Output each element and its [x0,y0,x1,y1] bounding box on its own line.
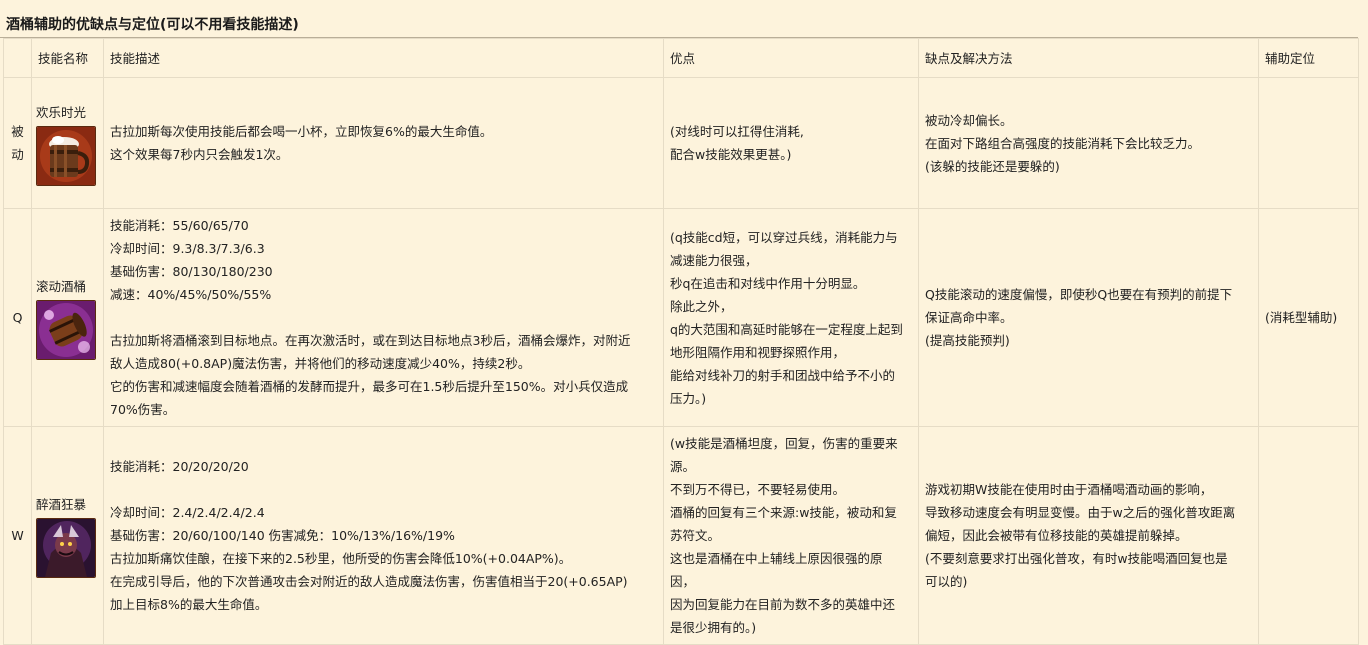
cons-line: (提高技能预判) [925,333,1010,348]
drunken-rage-icon [36,518,96,578]
skill-name: 醉酒狂暴 [36,497,87,512]
skill-pros: (q技能cd短，可以穿过兵线，消耗能力与 减速能力很强， 秒q在追击和对线中作用… [663,208,919,427]
skill-name-cell: 欢乐时光 [31,77,104,209]
header-cons: 缺点及解决方法 [918,38,1259,78]
cons-line: 游戏初期W技能在使用时由于酒桶喝酒动画的影响， [925,482,1213,497]
description-line: 古拉加斯将酒桶滚到目标地点。在再次激活时，或在到达目标地点3秒后，酒桶会爆炸，对… [110,333,631,348]
pros-line: (对线时可以扛得住消耗, [670,124,804,139]
beer-mug-icon [36,125,96,186]
pros-line: 苏符文。 [670,528,721,543]
description-line: 基础伤害：80/130/180/230 [110,264,273,279]
pros-line: 除此之外， [670,298,733,314]
description-line: 基础伤害：20/60/100/140 伤害减免：10%/13%/16%/19% [110,528,455,543]
pros-line: (w技能是酒桶坦度，回复，伤害的重要来 [670,436,898,451]
cons-line: Q技能滚动的速度偏慢，即使秒Q也要在有预判的前提下 [925,287,1233,302]
skill-cons: 游戏初期W技能在使用时由于酒桶喝酒动画的影响， 导致移动速度会有明显变慢。由于w… [918,426,1259,645]
cons-line: 可以的) [925,574,968,589]
skill-cons: 被动冷却偏长。 在面对下路组合高强度的技能消耗下会比较乏力。 (该躲的技能还是要… [918,77,1259,209]
description-blank-line [110,306,657,329]
description-line: 冷却时间：2.4/2.4/2.4/2.4 [110,505,265,520]
cons-line: 被动冷却偏长。 [925,112,1013,128]
page-title: 酒桶辅助的优缺点与定位(可以不用看技能描述) [0,0,1358,38]
description-line: 冷却时间：9.3/8.3/7.3/6.3 [110,241,265,256]
pros-line: 减速能力很强， [670,252,758,268]
support-role [1258,426,1359,645]
header-pros: 优点 [663,38,919,78]
table-row-passive: 被 动 欢乐时光 古拉加斯每次使用技能后都会喝一小杯，立即恢复6%的最大生命值。… [3,77,1359,209]
description-line: 它的伤害和减速幅度会随着酒桶的发酵而提升，最多可在1.5秒后提升至150%。对小… [110,379,629,394]
pros-line: 秒q在追击和对线中作用十分明显。 [670,275,866,291]
skill-description: 技能消耗：55/60/65/70 冷却时间：9.3/8.3/7.3/6.3 基础… [103,208,664,427]
header-skill-description: 技能描述 [103,38,664,78]
support-role [1258,77,1359,209]
skill-pros: (w技能是酒桶坦度，回复，伤害的重要来 源。 不到万不得已，不要轻易使用。 酒桶… [663,426,919,645]
pros-line: 压力。) [670,390,707,406]
slot-passive-char-1: 被 [11,124,24,139]
skill-description: 古拉加斯每次使用技能后都会喝一小杯，立即恢复6%的最大生命值。 这个效果每7秒内… [103,77,664,209]
description-line: 减速：40%/45%/50%/55% [110,287,272,302]
cons-line: 偏短，因此会被带有位移技能的英雄提前躲掉。 [925,528,1188,543]
description-line: 敌人造成80(+0.8AP)魔法伤害，并将他们的移动速度减少40%，持续2秒。 [110,356,531,371]
cons-line: 导致移动速度会有明显变慢。由于w之后的强化普攻距离 [925,505,1236,520]
table-row-q: Q 滚动酒桶 技能消耗：55/60/65/70 冷却时间：9.3/8.3/7.3… [3,208,1359,427]
description-line: 这个效果每7秒内只会触发1次。 [110,147,289,162]
header-slot [3,38,32,78]
description-line: 70%伤害。 [110,402,176,417]
skill-pros: (对线时可以扛得住消耗, 配合w技能效果更甚。) [663,77,919,209]
support-role: (消耗型辅助) [1258,208,1359,427]
description-line: 古拉加斯每次使用技能后都会喝一小杯，立即恢复6%的最大生命值。 [110,124,493,139]
cons-line: 在面对下路组合高强度的技能消耗下会比较乏力。 [925,135,1201,151]
skill-name: 滚动酒桶 [36,279,87,294]
skill-description: 技能消耗：20/20/20/20 冷却时间：2.4/2.4/2.4/2.4 基础… [103,426,664,645]
pros-line: 酒桶的回复有三个来源:w技能，被动和复 [670,505,897,520]
skill-name-cell: 滚动酒桶 [31,208,104,427]
description-blank-line [110,478,657,501]
pros-line: 地形阻隔作用和视野探照作用， [670,344,846,360]
slot-label: 被 动 [3,77,32,209]
header-role: 辅助定位 [1258,38,1359,78]
pros-line: 这也是酒桶在中上辅线上原因很强的原 [670,551,883,566]
table-header-row: 技能名称 技能描述 优点 缺点及解决方法 辅助定位 [3,38,1359,78]
pros-line: 不到万不得已，不要轻易使用。 [670,482,846,497]
pros-line: 因为回复能力在目前为数不多的英雄中还 [670,597,896,612]
pros-line: 源。 [670,459,696,474]
pros-line: (q技能cd短，可以穿过兵线，消耗能力与 [670,229,898,245]
pros-line: 能给对线补刀的射手和团战中给予不小的 [670,367,896,383]
description-line: 技能消耗：55/60/65/70 [110,218,249,233]
cons-line: (不要刻意要求打出强化普攻，有时w技能喝酒回复也是 [925,551,1228,566]
rolling-barrel-icon [36,300,96,360]
pros-line: 是很少拥有的。) [670,620,757,635]
skill-name-cell: 醉酒狂暴 [31,426,104,645]
description-line: 加上目标8%的最大生命值。 [110,597,268,612]
slot-label: Q [3,208,32,427]
description-line: 古拉加斯痛饮佳酿，在接下来的2.5秒里，他所受的伤害会降低10%(+0.04AP… [110,551,572,566]
skill-cons: Q技能滚动的速度偏慢，即使秒Q也要在有预判的前提下 保证高命中率。 (提高技能预… [918,208,1259,427]
slot-label: W [3,426,32,645]
cons-line: 保证高命中率。 [925,310,1013,325]
description-line: 技能消耗：20/20/20/20 [110,459,249,474]
cons-line: (该躲的技能还是要躲的) [925,158,1060,174]
header-skill-name: 技能名称 [31,38,104,78]
description-line: 在完成引导后，他的下次普通攻击会对附近的敌人造成魔法伤害，伤害值相当于20(+0… [110,574,628,589]
skill-name: 欢乐时光 [36,104,87,120]
pros-line: 配合w技能效果更甚。) [670,147,792,162]
pros-line: q的大范围和高延时能够在一定程度上起到 [670,321,903,337]
pros-line: 因， [670,574,696,589]
skills-table: 技能名称 技能描述 优点 缺点及解决方法 辅助定位 被 动 欢乐时光 古拉加斯每… [3,38,1359,645]
table-row-w: W 醉酒狂暴 技能消耗：20/20/20/20 冷却时间：2.4/2.4/2.4… [3,426,1359,645]
slot-passive-char-2: 动 [11,147,24,162]
